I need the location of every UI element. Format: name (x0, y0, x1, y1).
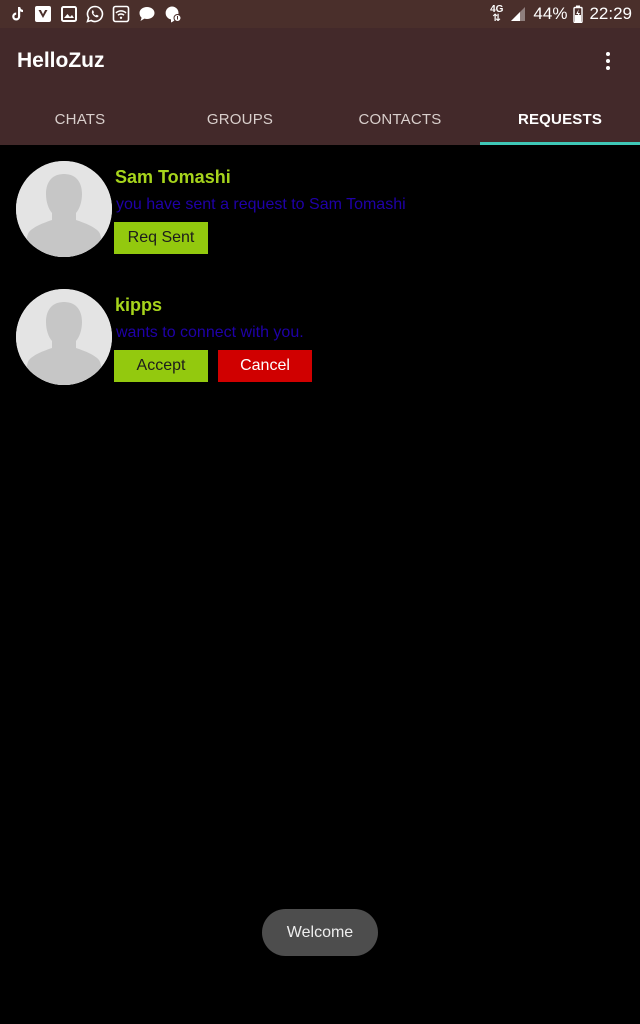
app-title: HelloZuz (17, 49, 105, 72)
tab-groups[interactable]: GROUPS (160, 94, 320, 145)
chat-bubble-icon (138, 5, 156, 23)
list-item: Sam Tomashi you have sent a request to S… (0, 145, 640, 273)
welcome-toast: Welcome (262, 909, 378, 956)
list-item: kipps wants to connect with you. Accept … (0, 273, 640, 401)
wifi-icon (112, 5, 130, 23)
notification-icons (8, 5, 182, 23)
app-bar: HelloZuz (0, 28, 640, 94)
tab-chats[interactable]: CHATS (0, 94, 160, 145)
request-message: you have sent a request to Sam Tomashi (116, 196, 406, 213)
clock: 22:29 (589, 4, 632, 23)
accept-button[interactable]: Accept (114, 350, 208, 382)
request-actions: Req Sent (114, 222, 208, 254)
whatsapp-icon (86, 5, 104, 23)
vivaldi-icon (34, 5, 52, 23)
tab-bar: CHATS GROUPS CONTACTS REQUESTS (0, 94, 640, 145)
gallery-icon (60, 5, 78, 23)
contact-name: Sam Tomashi (115, 167, 231, 187)
cancel-button[interactable]: Cancel (218, 350, 312, 382)
avatar[interactable] (16, 161, 112, 257)
contact-name: kipps (115, 295, 163, 315)
request-actions: Accept Cancel (114, 350, 312, 382)
req-sent-button[interactable]: Req Sent (114, 222, 208, 254)
battery-percent: 44% (533, 4, 568, 23)
requests-list: Sam Tomashi you have sent a request to S… (0, 145, 640, 401)
tiktok-icon (8, 5, 26, 23)
hangouts-icon (164, 5, 182, 23)
signal-icon (509, 5, 527, 23)
system-status: 4G ⇅ 44% 22:29 (490, 4, 632, 24)
overflow-menu-icon[interactable] (593, 41, 623, 81)
tab-contacts[interactable]: CONTACTS (320, 94, 480, 145)
network-type-indicator: 4G ⇅ (490, 4, 504, 24)
avatar[interactable] (16, 289, 112, 385)
request-message: wants to connect with you. (116, 324, 304, 341)
battery-icon (573, 5, 584, 23)
default-avatar-icon (16, 289, 112, 385)
status-bar: 4G ⇅ 44% 22:29 (0, 0, 640, 28)
default-avatar-icon (16, 161, 112, 257)
tab-requests[interactable]: REQUESTS (480, 94, 640, 145)
